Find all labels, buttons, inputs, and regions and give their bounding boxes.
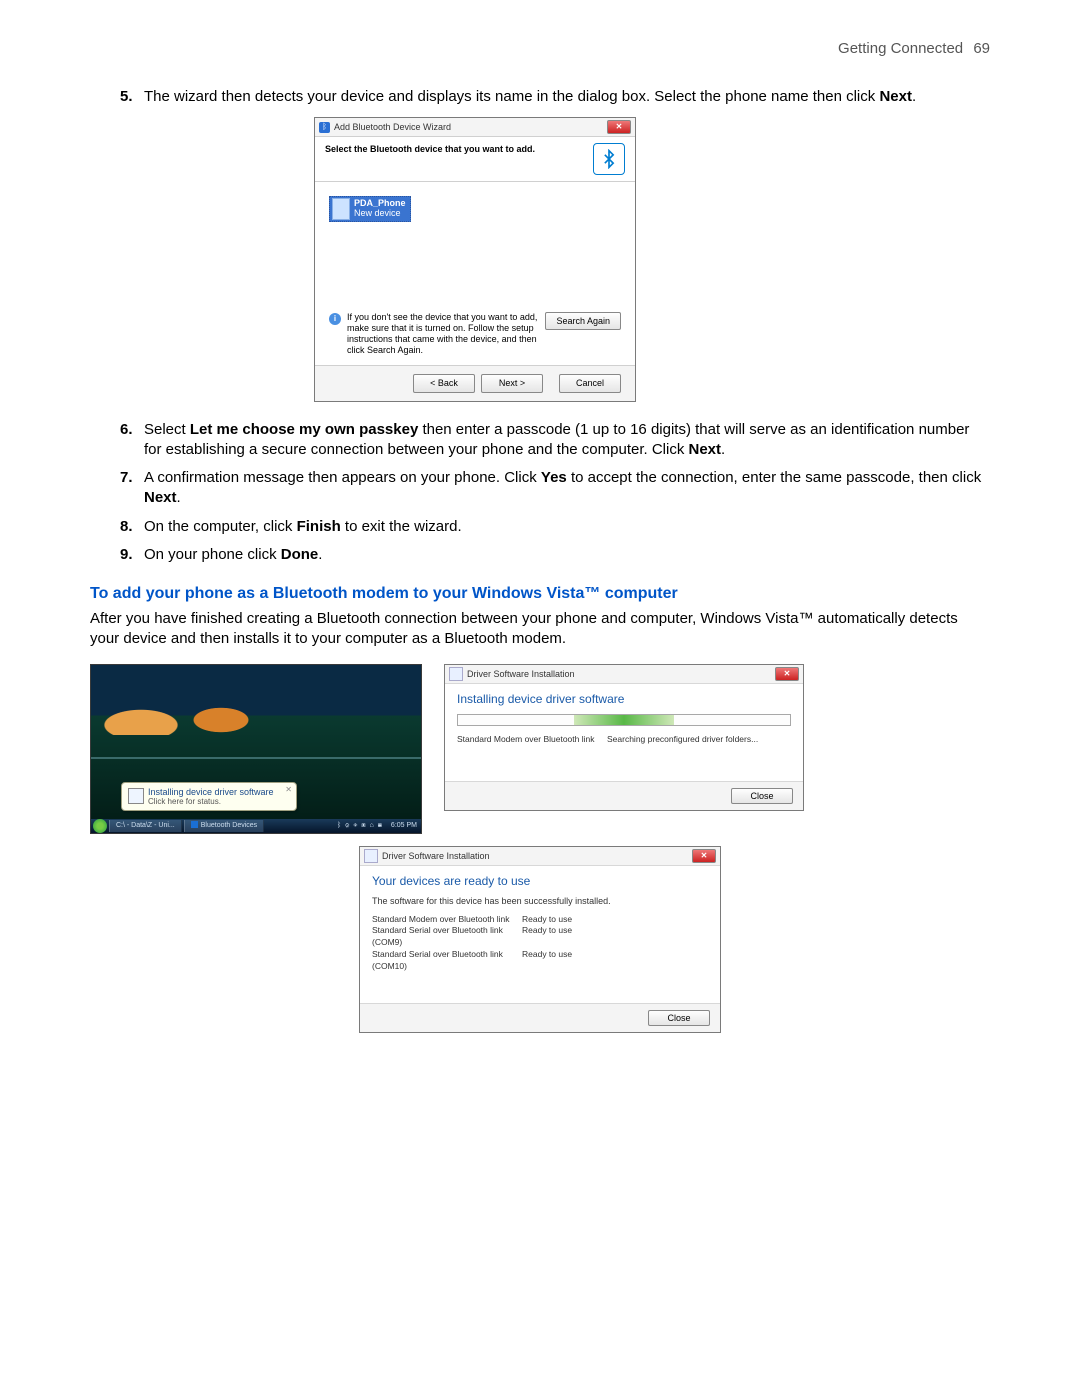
search-again-button[interactable]: Search Again (545, 312, 621, 330)
info-icon: i (329, 313, 341, 325)
wallpaper-water (91, 757, 421, 759)
close-button[interactable]: Close (648, 1010, 710, 1026)
phone-icon (332, 198, 350, 220)
device-row: Standard Serial over Bluetooth link (COM… (360, 949, 720, 973)
notification-balloon[interactable]: ✕ Installing device driver software Clic… (121, 782, 297, 811)
start-button[interactable] (93, 819, 107, 833)
back-button[interactable]: < Back (413, 374, 475, 392)
close-icon[interactable]: ✕ (285, 785, 292, 794)
device-item-selected[interactable]: PDA_Phone New device (329, 196, 411, 222)
driver-install-complete-dialog: Driver Software Installation ✕ Your devi… (359, 846, 721, 1033)
status-row: Standard Modem over Bluetooth link Searc… (445, 734, 803, 746)
step-8: 8. On the computer, click Finish to exit… (120, 517, 990, 537)
dialog-heading: Installing device driver software (445, 684, 803, 710)
section-name: Getting Connected (838, 40, 963, 57)
close-icon[interactable]: ✕ (775, 667, 799, 681)
step-6: 6. Select Let me choose my own passkey t… (120, 420, 990, 461)
progress-bar (457, 714, 791, 726)
step-7: 7. A confirmation message then appears o… (120, 468, 990, 509)
bluetooth-wizard-dialog: ᛒ Add Bluetooth Device Wizard ✕ Select t… (314, 117, 636, 401)
wizard-title: Add Bluetooth Device Wizard (334, 121, 451, 133)
dialog-heading: Your devices are ready to use (360, 866, 720, 892)
section-heading: To add your phone as a Bluetooth modem t… (90, 585, 990, 603)
system-tray[interactable]: ᛒ ⚙ ◈ ▣ ⌂ ▦ (333, 822, 387, 829)
cancel-button[interactable]: Cancel (559, 374, 621, 392)
dialog-subheading: The software for this device has been su… (360, 892, 720, 908)
wallpaper-mountain (91, 665, 421, 735)
page-header: Getting Connected 69 (90, 40, 990, 57)
taskbar-item[interactable]: Bluetooth Devices (184, 820, 264, 832)
clock: 6:05 PM (387, 822, 421, 829)
step-9: 9. On your phone click Done. (120, 545, 990, 565)
close-icon[interactable]: ✕ (692, 849, 716, 863)
device-row: Standard Serial over Bluetooth link (COM… (360, 925, 720, 949)
taskbar: C:\ - Data\Z - Uni... Bluetooth Devices … (91, 819, 421, 833)
device-type: New device (354, 209, 406, 219)
dialog-title: Driver Software Installation (382, 851, 490, 861)
driver-install-progress-dialog: Driver Software Installation ✕ Installin… (444, 664, 804, 812)
device-row: Standard Modem over Bluetooth linkReady … (360, 914, 720, 926)
driver-icon (364, 849, 378, 863)
close-button[interactable]: Close (731, 788, 793, 804)
driver-icon (128, 788, 144, 804)
taskbar-item[interactable]: C:\ - Data\Z - Uni... (109, 820, 182, 832)
balloon-subtitle: Click here for status. (148, 797, 288, 806)
bluetooth-logo-icon (593, 143, 625, 175)
dialog-title: Driver Software Installation (467, 669, 575, 679)
page-number: 69 (973, 40, 990, 57)
bluetooth-icon: ᛒ (319, 122, 330, 133)
next-button[interactable]: Next > (481, 374, 543, 392)
wizard-titlebar: ᛒ Add Bluetooth Device Wizard ✕ (315, 118, 635, 137)
desktop-screenshot: ✕ Installing device driver software Clic… (90, 664, 422, 834)
wizard-heading: Select the Bluetooth device that you wan… (325, 143, 535, 155)
wizard-info-text: If you don't see the device that you wan… (347, 312, 539, 355)
driver-icon (449, 667, 463, 681)
section-paragraph: After you have finished creating a Bluet… (90, 609, 990, 650)
close-icon[interactable]: ✕ (607, 120, 631, 134)
balloon-title: Installing device driver software (148, 787, 288, 797)
step-5: 5. The wizard then detects your device a… (120, 87, 990, 402)
